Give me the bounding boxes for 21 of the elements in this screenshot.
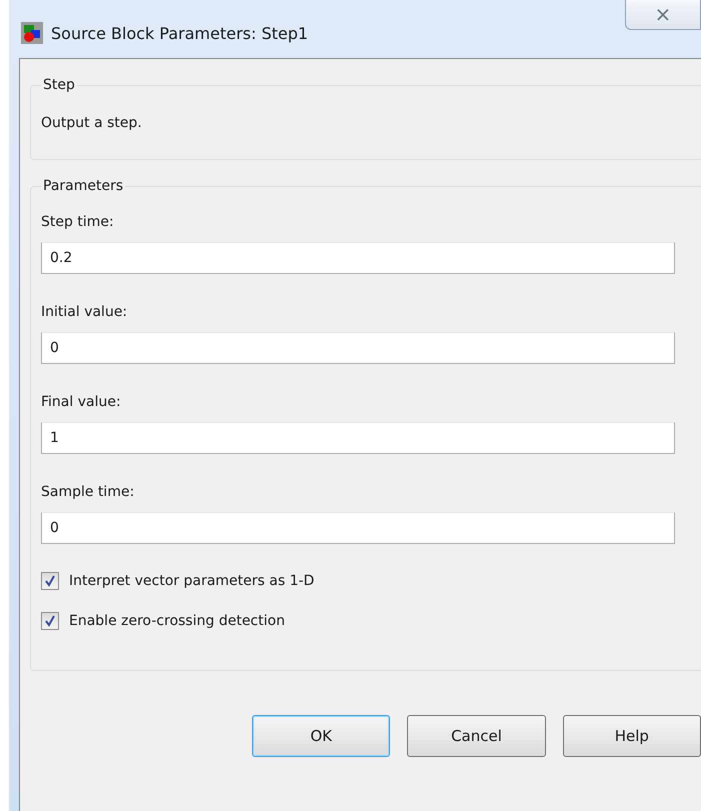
checkbox-label: Interpret vector parameters as 1-D: [69, 573, 314, 589]
input-field[interactable]: 0.2: [41, 242, 675, 274]
input-field[interactable]: 0: [41, 512, 675, 544]
dialog-button[interactable]: Cancel: [407, 715, 546, 757]
dialog-button[interactable]: Help: [562, 715, 701, 757]
input-field[interactable]: 1: [41, 422, 675, 454]
field-label: Sample time:: [41, 484, 136, 500]
description-text: Output a step.: [41, 114, 143, 133]
dialog-button[interactable]: OK: [252, 715, 390, 757]
field-label: Final value:: [41, 394, 122, 410]
checkbox[interactable]: [41, 612, 59, 630]
close-button[interactable]: ⨯: [625, 0, 701, 30]
block-icon: [21, 22, 43, 44]
window-title: Source Block Parameters: Step1: [51, 24, 308, 42]
group-title: Parameters: [42, 178, 124, 194]
checkbox[interactable]: [41, 572, 59, 590]
field-label: Initial value:: [41, 304, 128, 320]
field-label: Step time:: [41, 214, 115, 230]
input-field[interactable]: 0: [41, 332, 675, 364]
group-title: Step: [42, 77, 76, 93]
checkbox-label: Enable zero-crossing detection: [69, 613, 285, 629]
